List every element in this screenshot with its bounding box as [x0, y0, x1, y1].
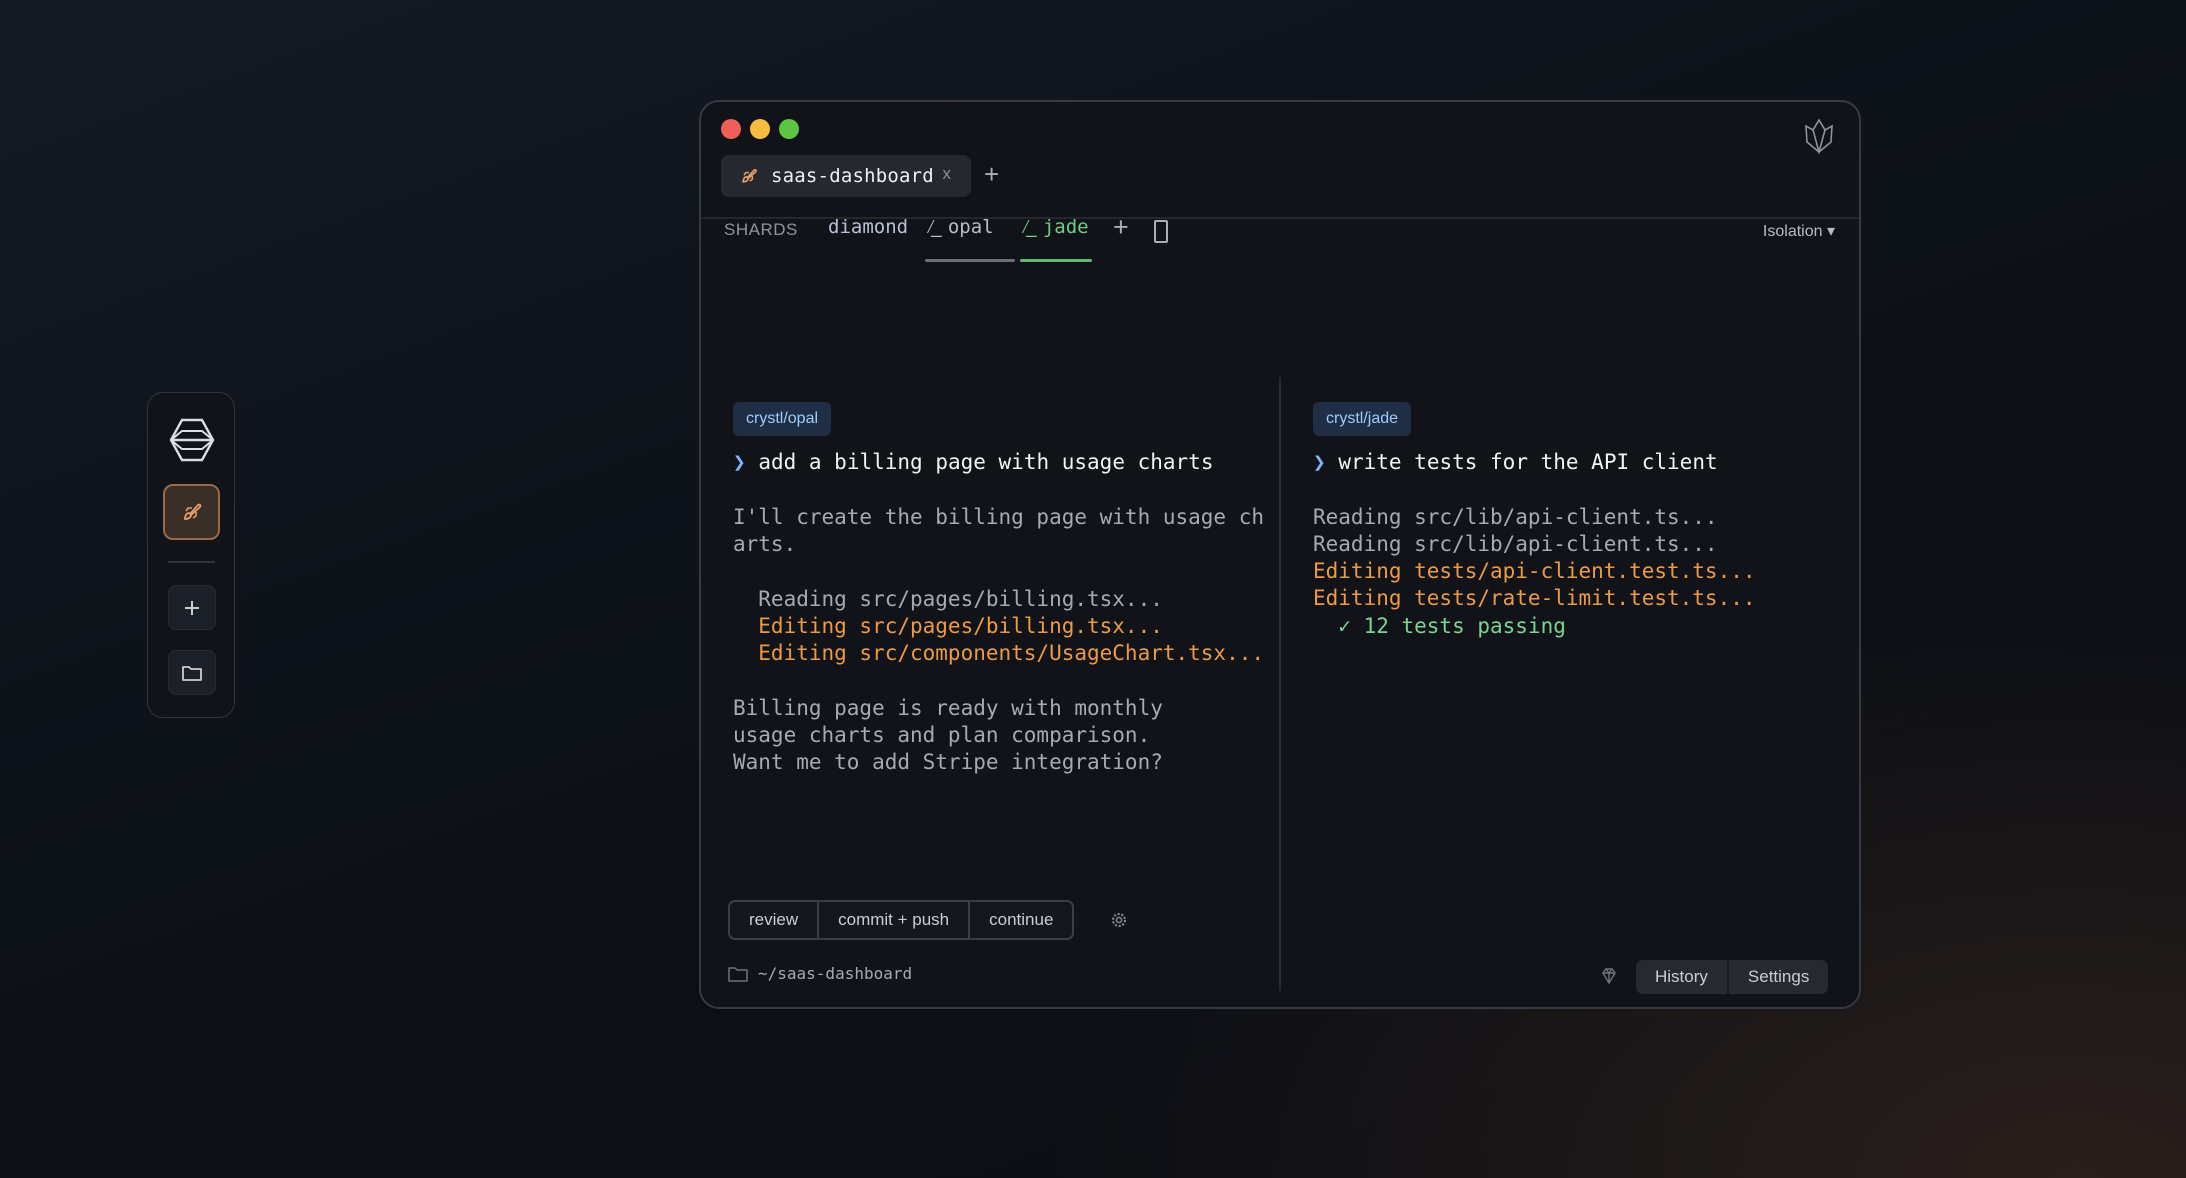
window-controls — [721, 119, 799, 139]
minimize-window-button[interactable] — [750, 119, 770, 139]
output-line: Editing tests/api-client.test.ts... — [1313, 559, 1756, 583]
gear-icon[interactable] — [1109, 910, 1129, 930]
branch-badge-jade: crystl/jade — [1313, 402, 1412, 436]
prompt-right: ❯ write tests for the API client — [1313, 450, 1718, 474]
shards-label: SHARDS — [724, 220, 798, 239]
tab-close-button[interactable]: x — [943, 164, 952, 184]
side-dock — [147, 392, 235, 718]
pane-divider — [1279, 377, 1281, 991]
isolation-dropdown[interactable]: Isolation ▾ — [1763, 221, 1835, 241]
shard-jade[interactable]: ⁄̲ jade — [1020, 216, 1089, 239]
tab-saas-dashboard[interactable]: saas-dashboard x — [721, 155, 971, 197]
commit-push-button[interactable]: commit + push — [817, 902, 968, 938]
history-button[interactable]: History — [1636, 960, 1727, 994]
project-button-active[interactable] — [163, 484, 220, 540]
rocket-icon — [183, 503, 201, 520]
close-window-button[interactable] — [721, 119, 741, 139]
branch-icon: ⁄̲ — [925, 216, 948, 238]
app-window: saas-dashboard x + SHARDS diamond ⁄̲ opa… — [699, 100, 1861, 1009]
folder-icon — [182, 665, 202, 681]
footer-button-group: History Settings — [1636, 960, 1829, 994]
hexagon-cube-icon[interactable] — [168, 417, 216, 463]
crystal-icon — [1805, 118, 1833, 156]
shard-jade-underline — [1020, 259, 1092, 262]
rocket-icon — [742, 169, 757, 183]
split-view-icon[interactable] — [1154, 220, 1168, 243]
test-result-line: ✓ 12 tests passing — [1313, 614, 1566, 638]
maximize-window-button[interactable] — [779, 119, 799, 139]
tab-label: saas-dashboard — [771, 165, 934, 187]
plus-icon — [185, 600, 199, 615]
add-project-button[interactable] — [168, 585, 216, 630]
output-line: Billing page is ready with monthly — [733, 696, 1163, 720]
output-line: Want me to add Stripe integration? — [733, 750, 1163, 774]
output-line: I'll create the billing page with usage … — [733, 505, 1265, 529]
settings-button[interactable]: Settings — [1726, 960, 1828, 994]
branch-badge-opal: crystl/opal — [733, 402, 832, 436]
review-button[interactable]: review — [730, 902, 817, 938]
output-line: Editing src/pages/billing.tsx... — [733, 614, 1163, 638]
output-line: Editing tests/rate-limit.test.ts... — [1313, 586, 1756, 610]
dock-separator — [168, 561, 215, 563]
output-line: Editing src/components/UsageChart.tsx... — [733, 641, 1265, 665]
shard-opal[interactable]: ⁄̲ opal — [925, 216, 994, 239]
output-line: Reading src/lib/api-client.ts... — [1313, 505, 1718, 529]
working-directory: ~/saas-dashboard — [758, 964, 913, 983]
shard-diamond[interactable]: diamond — [828, 216, 908, 238]
gem-icon[interactable] — [1599, 966, 1619, 986]
action-bar: review commit + push continue — [728, 900, 1075, 940]
output-line: Reading src/lib/api-client.ts... — [1313, 532, 1718, 556]
prompt-left: ❯ add a billing page with usage charts — [733, 450, 1214, 474]
new-tab-button[interactable]: + — [984, 161, 999, 187]
continue-button[interactable]: continue — [968, 902, 1072, 938]
shard-opal-underline — [925, 259, 1015, 262]
folder-icon — [728, 967, 748, 982]
output-line: Reading src/pages/billing.tsx... — [733, 587, 1163, 611]
output-line: usage charts and plan comparison. — [733, 723, 1151, 747]
add-shard-button[interactable]: + — [1113, 212, 1129, 243]
chevron-down-icon: ▾ — [1826, 223, 1835, 240]
open-folder-button[interactable] — [168, 650, 216, 695]
branch-icon: ⁄̲ — [1020, 216, 1043, 238]
output-line: arts. — [733, 532, 797, 556]
